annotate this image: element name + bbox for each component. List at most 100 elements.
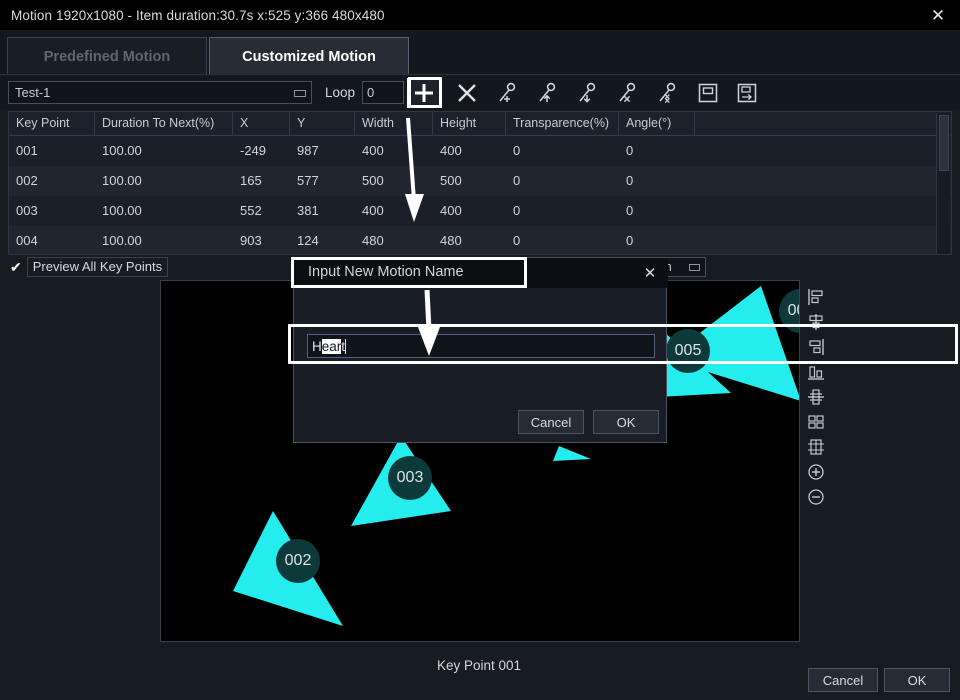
loop-input[interactable]: 0 <box>362 81 404 104</box>
save-as-motion-button[interactable] <box>730 78 764 108</box>
motion-name-dropdown[interactable]: Test-1 <box>8 81 312 104</box>
cell-duration: 100.00 <box>102 143 142 158</box>
cell-x: 552 <box>240 203 262 218</box>
cell-width: 400 <box>362 203 384 218</box>
align-bottom-icon <box>808 365 824 380</box>
preview-all-key-points-label: Preview All Key Points <box>26 257 169 277</box>
cell-angle: 0 <box>626 173 634 188</box>
checkmark-icon: ✔ <box>10 259 22 275</box>
cancel-button[interactable]: Cancel <box>808 668 878 692</box>
tab-predefined-motion[interactable]: Predefined Motion <box>7 37 207 75</box>
align-center-horizontal-icon <box>809 313 823 330</box>
column-header-y: Y <box>290 112 355 135</box>
distribute-grid-icon <box>808 438 824 455</box>
cell-spacer <box>695 226 951 254</box>
key-point-marker-002[interactable]: 002 <box>276 539 320 583</box>
dialog-ok-button[interactable]: OK <box>593 410 659 434</box>
x-icon <box>458 84 476 102</box>
column-header-x: X <box>233 112 290 135</box>
move-key-point-up-button[interactable] <box>531 78 565 108</box>
cell-transparence: 0 <box>513 233 521 248</box>
key-point-down-icon <box>579 82 596 103</box>
distribute-grid-button[interactable] <box>802 434 830 459</box>
cell-x: 165 <box>240 173 262 188</box>
table-row[interactable]: 001 100.00 -249 987 400 400 0 0 <box>9 136 951 166</box>
text-caret <box>345 338 347 354</box>
insert-key-point-button[interactable] <box>491 78 525 108</box>
add-key-point-button[interactable] <box>407 78 441 108</box>
cell-key-point: 003 <box>16 203 38 218</box>
key-point-shape-fragment <box>553 446 591 461</box>
cell-height: 500 <box>440 173 462 188</box>
remove-key-point-button[interactable] <box>611 78 645 108</box>
cell-duration: 100.00 <box>102 203 142 218</box>
cell-angle: 0 <box>626 203 634 218</box>
table-scrollbar[interactable] <box>936 113 950 254</box>
move-key-point-down-button[interactable] <box>571 78 605 108</box>
key-point-up-icon <box>539 82 556 102</box>
key-point-clear-all-icon <box>659 82 676 104</box>
column-header-angle: Angle(°) <box>619 112 695 135</box>
zoom-out-button[interactable] <box>802 484 830 509</box>
preview-all-key-points-checkbox[interactable]: ✔ Preview All Key Points <box>10 257 169 277</box>
table-scrollbar-thumb[interactable] <box>939 115 949 171</box>
close-icon[interactable]: ✕ <box>916 0 960 30</box>
column-header-width: Width <box>355 112 433 135</box>
key-point-marker-005[interactable]: 005 <box>666 329 710 373</box>
dialog-close-icon[interactable]: ✕ <box>640 263 660 283</box>
cell-duration: 100.00 <box>102 233 142 248</box>
ok-button[interactable]: OK <box>884 668 950 692</box>
align-center-horizontal-button[interactable] <box>802 309 830 334</box>
status-text: Key Point 001 <box>437 658 522 673</box>
cell-x: -249 <box>240 143 267 158</box>
zoom-in-button[interactable] <box>802 459 830 484</box>
column-header-duration: Duration To Next(%) <box>95 112 233 135</box>
align-bottom-button[interactable] <box>802 359 830 384</box>
cell-y: 381 <box>297 203 319 218</box>
key-point-table[interactable]: Key Point Duration To Next(%) X Y Width … <box>8 111 952 255</box>
cell-duration: 100.00 <box>102 173 142 188</box>
dialog-cancel-button[interactable]: Cancel <box>518 410 584 434</box>
zoom-in-icon <box>808 463 824 480</box>
align-left-icon <box>808 288 823 305</box>
dialog-titlebar: Input New Motion Name ✕ <box>294 258 668 288</box>
key-point-marker-003[interactable]: 003 <box>388 456 432 500</box>
table-row[interactable]: 003 100.00 552 381 400 400 0 0 <box>9 196 951 226</box>
save-window-icon <box>698 83 718 103</box>
align-middle-vertical-button[interactable] <box>802 384 830 409</box>
cell-width: 500 <box>362 173 384 188</box>
tab-customized-motion[interactable]: Customized Motion <box>209 37 409 75</box>
cell-angle: 0 <box>626 143 634 158</box>
cell-angle: 0 <box>626 233 634 248</box>
alignment-toolbar <box>802 284 830 509</box>
motion-editor-window: Motion 1920x1080 - Item duration:30.7s x… <box>0 0 960 700</box>
table-header-row: Key Point Duration To Next(%) X Y Width … <box>9 112 951 136</box>
cell-key-point: 004 <box>16 233 38 248</box>
distribute-horizontal-button[interactable] <box>802 409 830 434</box>
key-point-remove-icon <box>619 82 636 103</box>
clear-all-key-points-button[interactable] <box>651 78 685 108</box>
cell-height: 480 <box>440 233 462 248</box>
cell-spacer <box>695 196 951 226</box>
window-titlebar: Motion 1920x1080 - Item duration:30.7s x… <box>0 0 960 30</box>
save-as-window-icon <box>737 83 757 103</box>
input-text-before-selection: H <box>312 338 322 354</box>
table-row[interactable]: 002 100.00 165 577 500 500 0 0 <box>9 166 951 196</box>
table-row[interactable]: 004 100.00 903 124 480 480 0 0 <box>9 226 951 254</box>
input-text-selected: ear <box>321 338 342 354</box>
cell-key-point: 002 <box>16 173 38 188</box>
cell-transparence: 0 <box>513 203 521 218</box>
delete-key-point-button[interactable] <box>450 78 484 108</box>
zoom-out-icon <box>808 488 824 505</box>
align-left-button[interactable] <box>802 284 830 309</box>
loop-label: Loop <box>325 85 356 100</box>
cell-height: 400 <box>440 203 462 218</box>
distribute-horizontal-icon <box>808 414 824 429</box>
align-right-button[interactable] <box>802 334 830 359</box>
motion-name-input[interactable]: Hear t <box>307 334 655 358</box>
column-header-transparence: Transparence(%) <box>506 112 619 135</box>
save-motion-button[interactable] <box>691 78 725 108</box>
cell-width: 480 <box>362 233 384 248</box>
tab-underline <box>0 74 960 75</box>
column-header-key-point: Key Point <box>9 112 95 135</box>
